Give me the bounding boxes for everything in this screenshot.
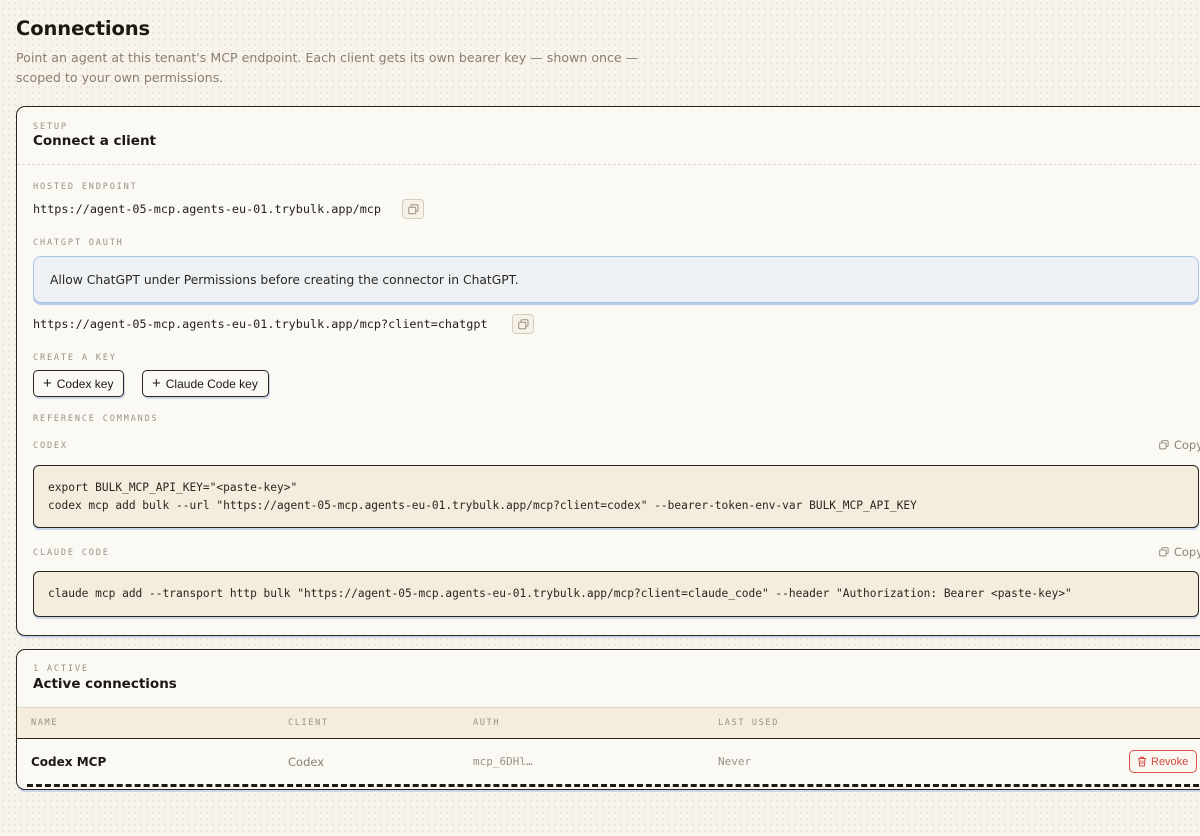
- chatgpt-endpoint-url: https://agent-05-mcp.agents-eu-01.trybul…: [33, 317, 488, 331]
- column-header-auth: AUTH: [473, 718, 501, 728]
- active-count-eyebrow: 1 ACTIVE: [33, 664, 89, 674]
- setup-divider: [17, 164, 1200, 165]
- setup-card: SETUP Connect a client HOSTED ENDPOINT h…: [16, 106, 1200, 636]
- chatgpt-oauth-label: CHATGPT OAUTH: [33, 238, 124, 248]
- copy-endpoint-button[interactable]: [402, 199, 424, 219]
- copy-codex-command-button[interactable]: Copy: [1159, 438, 1200, 452]
- column-header-client: CLIENT: [288, 718, 329, 728]
- copy-icon: [407, 203, 418, 214]
- claude-code-command-block[interactable]: claude mcp add --transport http bulk "ht…: [33, 571, 1199, 617]
- copy-claude-code-command-button[interactable]: Copy: [1159, 545, 1200, 559]
- copy-icon: [1159, 547, 1169, 557]
- create-codex-key-label: Codex key: [56, 376, 114, 391]
- codex-command-label: CODEX: [33, 441, 68, 451]
- hosted-endpoint-url: https://agent-05-mcp.agents-eu-01.trybul…: [33, 202, 382, 216]
- codex-command-line: export BULK_MCP_API_KEY="<paste-key>": [48, 480, 298, 494]
- connection-name: Codex MCP: [31, 755, 107, 769]
- claude-code-command-line: claude mcp add --transport http bulk "ht…: [48, 587, 1072, 600]
- table-row: Codex MCP Codex mcp_6DHl… Never Revoke: [17, 738, 1200, 786]
- connection-client: Codex: [288, 755, 325, 769]
- copy-chatgpt-url-button[interactable]: [512, 314, 534, 334]
- connection-auth: mcp_6DHl…: [473, 755, 533, 768]
- page-title: Connections: [16, 17, 151, 40]
- page-subtitle: Point an agent at this tenant's MCP endp…: [16, 50, 639, 85]
- copy-codex-command-label: Copy: [1173, 438, 1200, 452]
- column-header-name: NAME: [31, 718, 59, 728]
- active-connections-card: 1 ACTIVE Active connections NAME CLIENT …: [16, 649, 1200, 790]
- setup-heading: Connect a client: [33, 133, 157, 149]
- codex-command-block[interactable]: export BULK_MCP_API_KEY="<paste-key>" co…: [33, 465, 1199, 528]
- revoke-button[interactable]: Revoke: [1129, 750, 1198, 773]
- connection-last-used: Never: [718, 755, 752, 768]
- copy-icon: [517, 318, 528, 329]
- setup-eyebrow: SETUP: [33, 122, 68, 132]
- chatgpt-permission-notice: Allow ChatGPT under Permissions before c…: [33, 256, 1199, 303]
- chatgpt-permission-notice-text: Allow ChatGPT under Permissions before c…: [50, 272, 519, 287]
- trash-icon: [1138, 756, 1146, 767]
- column-header-last-used: LAST USED: [718, 718, 779, 728]
- plus-icon: +: [152, 374, 161, 392]
- create-claude-code-key-button[interactable]: + Claude Code key: [142, 370, 269, 397]
- codex-command-line: codex mcp add bulk --url "https://agent-…: [48, 498, 917, 512]
- revoke-button-label: Revoke: [1151, 755, 1189, 768]
- copy-claude-code-command-label: Copy: [1173, 545, 1200, 559]
- copy-icon: [1159, 440, 1169, 450]
- hosted-endpoint-label: HOSTED ENDPOINT: [33, 182, 138, 192]
- create-claude-code-key-label: Claude Code key: [165, 376, 258, 391]
- reference-commands-label: REFERENCE COMMANDS: [33, 414, 159, 424]
- create-codex-key-button[interactable]: + Codex key: [33, 370, 125, 397]
- claude-code-command-label: CLAUDE CODE: [33, 548, 110, 558]
- connections-table-header: NAME CLIENT AUTH LAST USED: [17, 707, 1200, 739]
- plus-icon: +: [43, 374, 52, 392]
- row-divider: [27, 784, 1200, 787]
- create-key-label: CREATE A KEY: [33, 353, 117, 363]
- active-connections-heading: Active connections: [33, 676, 177, 692]
